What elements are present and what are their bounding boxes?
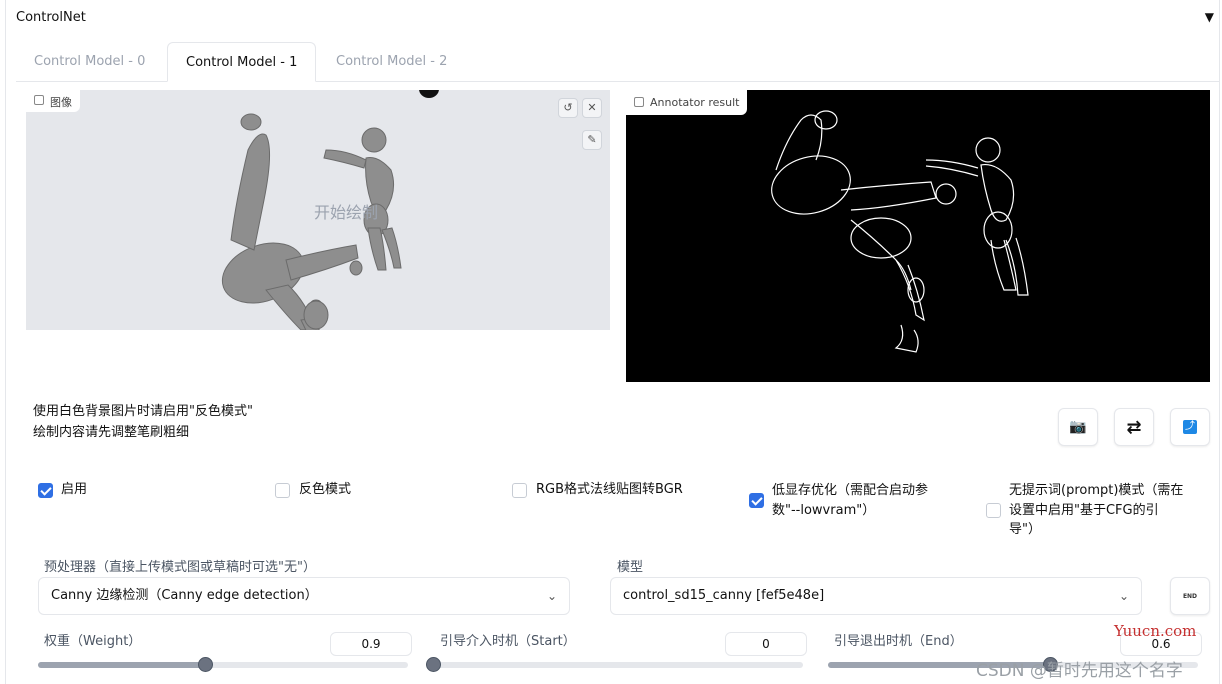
panel-title[interactable]: ControlNet bbox=[16, 10, 86, 25]
swap-button[interactable]: ⇄ bbox=[1114, 408, 1154, 446]
start-label: 引导介入时机（Start） bbox=[440, 634, 576, 649]
low-vram-label-line2: 数"--lowvram"） bbox=[772, 503, 876, 518]
enable-label: 启用 bbox=[61, 482, 88, 497]
brush-icon[interactable]: ✎ bbox=[582, 130, 602, 150]
camera-button[interactable]: 📷 bbox=[1058, 408, 1098, 446]
chevron-down-icon: ⌄ bbox=[546, 589, 557, 603]
guess-mode-label-line2: 设置中启用"基于CFG的引 bbox=[1009, 503, 1159, 518]
image-icon bbox=[634, 97, 644, 107]
enable-checkbox[interactable] bbox=[38, 483, 53, 498]
start-input[interactable]: 0 bbox=[725, 632, 807, 656]
inverse-mode-hint: 使用白色背景图片时请启用"反色模式" bbox=[33, 404, 253, 419]
send-dimensions-button[interactable]: ⤴ bbox=[1170, 408, 1210, 446]
model-value: control_sd15_canny [fef5e48e] bbox=[623, 588, 825, 603]
swap-icon: ⇄ bbox=[1126, 416, 1142, 438]
model-label: 模型 bbox=[617, 560, 644, 575]
canvas-hint: 开始绘制 bbox=[314, 203, 379, 222]
image-icon bbox=[34, 95, 44, 105]
weight-label: 权重（Weight） bbox=[44, 634, 142, 649]
weight-slider[interactable] bbox=[38, 657, 408, 672]
refresh-models-button[interactable]: END bbox=[1170, 577, 1210, 615]
image-input-canvas[interactable]: 图像 ↺ ✕ ✎ 开始绘制 bbox=[26, 90, 610, 330]
preprocessor-value: Canny 边缘检测（Canny edge detection） bbox=[51, 588, 318, 603]
collapse-arrow-icon[interactable]: ▼ bbox=[1205, 10, 1214, 24]
chevron-down-icon: ⌄ bbox=[1118, 589, 1129, 603]
guess-mode-checkbox[interactable] bbox=[986, 503, 1001, 518]
undo-icon[interactable]: ↺ bbox=[558, 98, 578, 118]
guess-mode-label-line1: 无提示词(prompt)模式（需在 bbox=[1009, 483, 1184, 498]
start-slider-thumb[interactable] bbox=[426, 657, 441, 672]
annotator-result-panel: Annotator result bbox=[626, 90, 1210, 382]
weight-input[interactable]: 0.9 bbox=[330, 632, 412, 656]
low-vram-checkbox[interactable] bbox=[749, 493, 764, 508]
invert-mode-label: 反色模式 bbox=[299, 482, 352, 497]
weight-slider-fill bbox=[38, 662, 205, 668]
image-input-label-text: 图像 bbox=[50, 96, 72, 109]
tab-control-model-2[interactable]: Control Model - 2 bbox=[318, 42, 465, 82]
canny-edge-figures bbox=[771, 110, 1029, 353]
refresh-icon: END bbox=[1182, 592, 1198, 600]
close-icon[interactable]: ✕ bbox=[582, 98, 602, 118]
model-select[interactable]: control_sd15_canny [fef5e48e] ⌄ bbox=[610, 577, 1142, 615]
send-icon: ⤴ bbox=[1183, 420, 1197, 434]
rgb-to-bgr-checkbox[interactable] bbox=[512, 483, 527, 498]
annotator-label-text: Annotator result bbox=[650, 96, 740, 109]
rgb-to-bgr-label: RGB格式法线贴图转BGR bbox=[536, 482, 683, 497]
credit-watermark: CSDN @暂时先用这个名字 bbox=[976, 661, 1183, 681]
end-label: 引导退出时机（End） bbox=[834, 634, 963, 649]
invert-mode-checkbox[interactable] bbox=[275, 483, 290, 498]
preprocessor-select[interactable]: Canny 边缘检测（Canny edge detection） ⌄ bbox=[38, 577, 570, 615]
guess-mode-label-line3: 导"） bbox=[1009, 522, 1041, 537]
camera-icon: 📷 bbox=[1069, 419, 1087, 435]
tab-control-model-1[interactable]: Control Model - 1 bbox=[167, 42, 317, 82]
image-input-label: 图像 bbox=[26, 90, 80, 112]
brush-hint: 绘制内容请先调整笔刷粗细 bbox=[33, 425, 190, 440]
start-slider[interactable] bbox=[426, 657, 803, 672]
weight-slider-thumb[interactable] bbox=[197, 657, 213, 672]
preprocessor-label: 预处理器（直接上传模式图或草稿时可选"无"） bbox=[44, 560, 316, 575]
site-watermark: Yuucn.com bbox=[1114, 622, 1197, 640]
annotator-label: Annotator result bbox=[626, 90, 748, 115]
low-vram-label-line1: 低显存优化（需配合启动参 bbox=[772, 483, 929, 498]
tab-control-model-0[interactable]: Control Model - 0 bbox=[16, 42, 163, 82]
